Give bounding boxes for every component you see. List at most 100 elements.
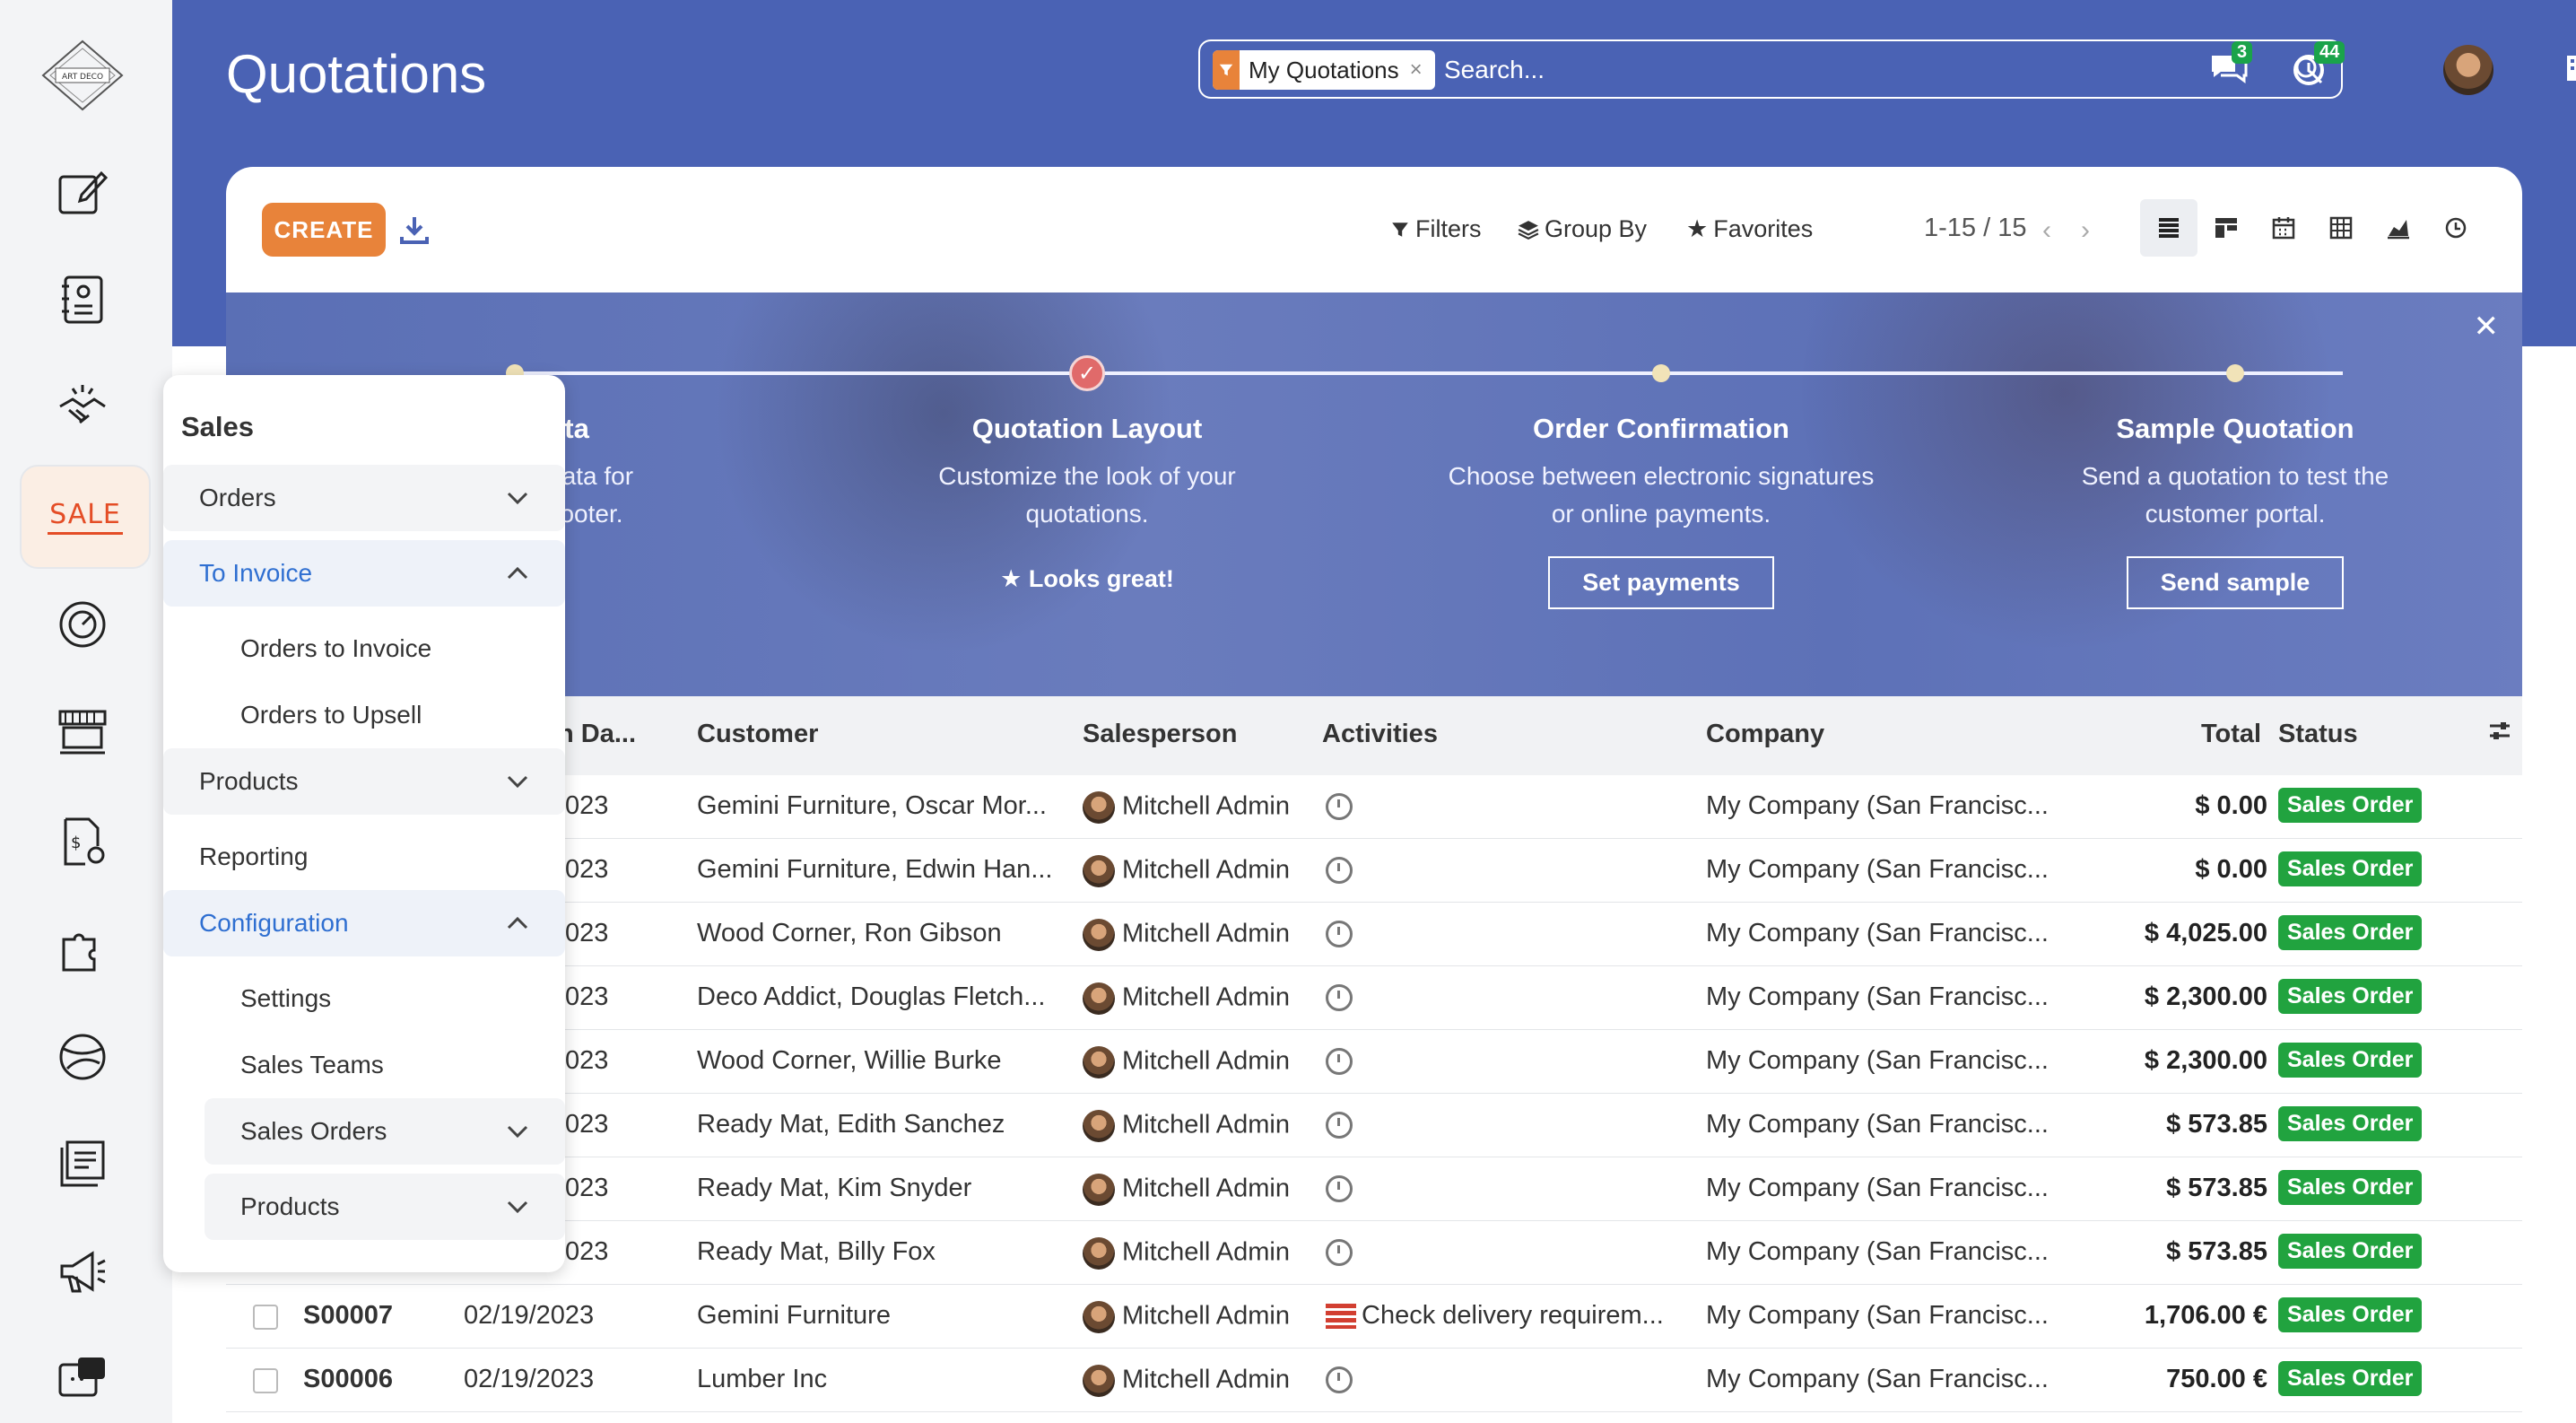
banner-close-icon[interactable]: ✕ bbox=[2474, 309, 2500, 345]
company-building-icon[interactable] bbox=[2556, 48, 2576, 88]
column-status[interactable]: Status bbox=[2278, 720, 2358, 749]
menu-to-invoice[interactable]: To Invoice bbox=[163, 540, 565, 607]
calendar-view-icon[interactable] bbox=[2255, 199, 2312, 257]
row-date: 023 bbox=[565, 1110, 609, 1139]
row-total: $ 2,300.00 bbox=[2144, 982, 2267, 1011]
salesperson-avatar bbox=[1083, 919, 1115, 951]
company-logo[interactable]: ART DECO bbox=[39, 39, 126, 111]
table-row[interactable]: 023 Wood Corner, Willie Burke Mitchell A… bbox=[226, 1030, 2522, 1094]
activities-clock-icon[interactable]: 44 bbox=[2291, 41, 2345, 88]
kanban-view-icon[interactable] bbox=[2197, 199, 2255, 257]
optional-columns-icon[interactable] bbox=[2486, 718, 2513, 745]
send-sample-button[interactable]: Send sample bbox=[2126, 556, 2345, 609]
star-icon: ★ bbox=[1000, 565, 1029, 592]
helpdesk-icon[interactable] bbox=[52, 1349, 113, 1410]
website-globe-icon[interactable] bbox=[52, 1026, 113, 1087]
dashboard-gauge-icon[interactable] bbox=[52, 594, 113, 655]
search-bar[interactable]: My Quotations × bbox=[1198, 39, 2343, 99]
column-total[interactable]: Total bbox=[2201, 720, 2261, 749]
pager-previous-icon[interactable]: ‹ bbox=[2042, 215, 2051, 246]
menu-title: Sales bbox=[181, 411, 255, 442]
row-checkbox[interactable] bbox=[253, 1368, 278, 1393]
row-checkbox[interactable] bbox=[253, 1305, 278, 1330]
invoicing-icon[interactable]: $ bbox=[52, 811, 113, 872]
list-view-icon[interactable] bbox=[2140, 199, 2197, 257]
menu-orders[interactable]: Orders bbox=[163, 465, 565, 531]
row-salesperson: Mitchell Admin bbox=[1122, 1365, 1290, 1394]
pivot-view-icon[interactable] bbox=[2312, 199, 2370, 257]
activity-clock-icon[interactable] bbox=[1326, 1366, 1353, 1394]
crm-handshake-icon[interactable] bbox=[52, 377, 113, 438]
menu-orders-to-upsell[interactable]: Orders to Upsell bbox=[163, 682, 565, 748]
menu-reporting[interactable]: Reporting bbox=[163, 824, 565, 890]
salesperson-avatar bbox=[1083, 1301, 1115, 1333]
table-row[interactable]: 023 Deco Addict, Douglas Fletch... Mitch… bbox=[226, 966, 2522, 1030]
groupby-button[interactable]: Group By bbox=[1518, 215, 1647, 243]
search-input[interactable] bbox=[1444, 50, 2251, 90]
filters-button[interactable]: Filters bbox=[1390, 215, 1482, 243]
sale-icon[interactable]: SALE bbox=[20, 465, 151, 569]
table-row[interactable]: S00006 02/19/2023 Lumber Inc Mitchell Ad… bbox=[226, 1349, 2522, 1412]
step-desc: Customize the look of your quotations. bbox=[938, 462, 1236, 528]
chevron-down-icon bbox=[507, 492, 528, 505]
status-badge: Sales Order bbox=[2278, 1170, 2423, 1205]
messages-icon[interactable]: 3 bbox=[2208, 41, 2253, 88]
row-customer: Wood Corner, Ron Gibson bbox=[697, 919, 1002, 947]
menu-sales-teams[interactable]: Sales Teams bbox=[163, 1032, 565, 1098]
activity-clock-icon[interactable] bbox=[1326, 1048, 1353, 1076]
menu-products-label: Products bbox=[199, 767, 299, 795]
menu-config-products[interactable]: Products bbox=[205, 1174, 565, 1240]
todo-activity-icon[interactable] bbox=[1326, 1304, 1356, 1330]
create-button[interactable]: CREATE bbox=[262, 203, 386, 257]
table-row[interactable]: S00007 02/19/2023 Gemini Furniture Mitch… bbox=[226, 1285, 2522, 1349]
table-row[interactable]: 023 Gemini Furniture, Edwin Han... Mitch… bbox=[226, 839, 2522, 903]
download-icon[interactable] bbox=[398, 214, 431, 246]
activity-clock-icon[interactable] bbox=[1326, 1112, 1353, 1139]
activity-clock-icon[interactable] bbox=[1326, 1239, 1353, 1267]
status-badge: Sales Order bbox=[2278, 1106, 2423, 1141]
elearning-icon[interactable] bbox=[52, 1134, 113, 1195]
table-row[interactable]: 023 Ready Mat, Billy Fox Mitchell Admin … bbox=[226, 1221, 2522, 1285]
row-date: 023 bbox=[565, 1046, 609, 1075]
step-desc: Send a quotation to test the customer po… bbox=[2081, 462, 2389, 528]
row-activity[interactable]: Check delivery requirem... bbox=[1362, 1301, 1664, 1330]
apps-puzzle-icon[interactable] bbox=[52, 919, 113, 980]
row-customer: Gemini Furniture, Oscar Mor... bbox=[697, 791, 1047, 820]
activity-clock-icon[interactable] bbox=[1326, 984, 1353, 1012]
menu-sales-orders[interactable]: Sales Orders bbox=[205, 1098, 565, 1165]
menu-products[interactable]: Products bbox=[163, 748, 565, 815]
notes-icon[interactable] bbox=[52, 162, 113, 223]
menu-settings[interactable]: Settings bbox=[163, 965, 565, 1032]
column-activities[interactable]: Activities bbox=[1322, 720, 1438, 749]
table-row[interactable]: 023 Wood Corner, Ron Gibson Mitchell Adm… bbox=[226, 903, 2522, 966]
favorites-button[interactable]: ★ Favorites bbox=[1686, 215, 1813, 243]
set-payments-button[interactable]: Set payments bbox=[1548, 556, 1774, 609]
step-title: Order Confirmation bbox=[1533, 413, 1789, 444]
contacts-icon[interactable] bbox=[52, 269, 113, 330]
user-avatar[interactable] bbox=[2443, 45, 2493, 95]
activity-clock-icon[interactable] bbox=[1326, 921, 1353, 948]
pager-value[interactable]: 1-15 / 15 bbox=[1924, 214, 2026, 243]
activity-clock-icon[interactable] bbox=[1326, 793, 1353, 821]
column-company[interactable]: Company bbox=[1706, 720, 1824, 749]
activity-clock-icon[interactable] bbox=[1326, 1175, 1353, 1203]
activity-view-icon[interactable] bbox=[2427, 199, 2485, 257]
graph-view-icon[interactable] bbox=[2370, 199, 2427, 257]
column-salesperson[interactable]: Salesperson bbox=[1083, 720, 1237, 749]
marketing-megaphone-icon[interactable] bbox=[52, 1242, 113, 1303]
step-title: Quotation Layout bbox=[971, 413, 1203, 444]
table-row[interactable]: 023 Ready Mat, Edith Sanchez Mitchell Ad… bbox=[226, 1094, 2522, 1157]
pager-next-icon[interactable]: › bbox=[2081, 215, 2090, 246]
column-date[interactable]: n Da... bbox=[558, 720, 636, 749]
row-salesperson: Mitchell Admin bbox=[1122, 1174, 1290, 1203]
table-row[interactable]: 023 Ready Mat, Kim Snyder Mitchell Admin… bbox=[226, 1157, 2522, 1221]
column-customer[interactable]: Customer bbox=[697, 720, 818, 749]
search-facet[interactable]: My Quotations × bbox=[1213, 50, 1435, 90]
activity-clock-icon[interactable] bbox=[1326, 857, 1353, 885]
menu-configuration[interactable]: Configuration bbox=[163, 890, 565, 956]
row-company: My Company (San Francisc... bbox=[1706, 982, 2049, 1011]
table-row[interactable]: 023 Gemini Furniture, Oscar Mor... Mitch… bbox=[226, 775, 2522, 839]
point-of-sale-icon[interactable] bbox=[52, 702, 113, 763]
menu-orders-to-invoice[interactable]: Orders to Invoice bbox=[163, 615, 565, 682]
facet-remove-icon[interactable]: × bbox=[1410, 57, 1423, 83]
